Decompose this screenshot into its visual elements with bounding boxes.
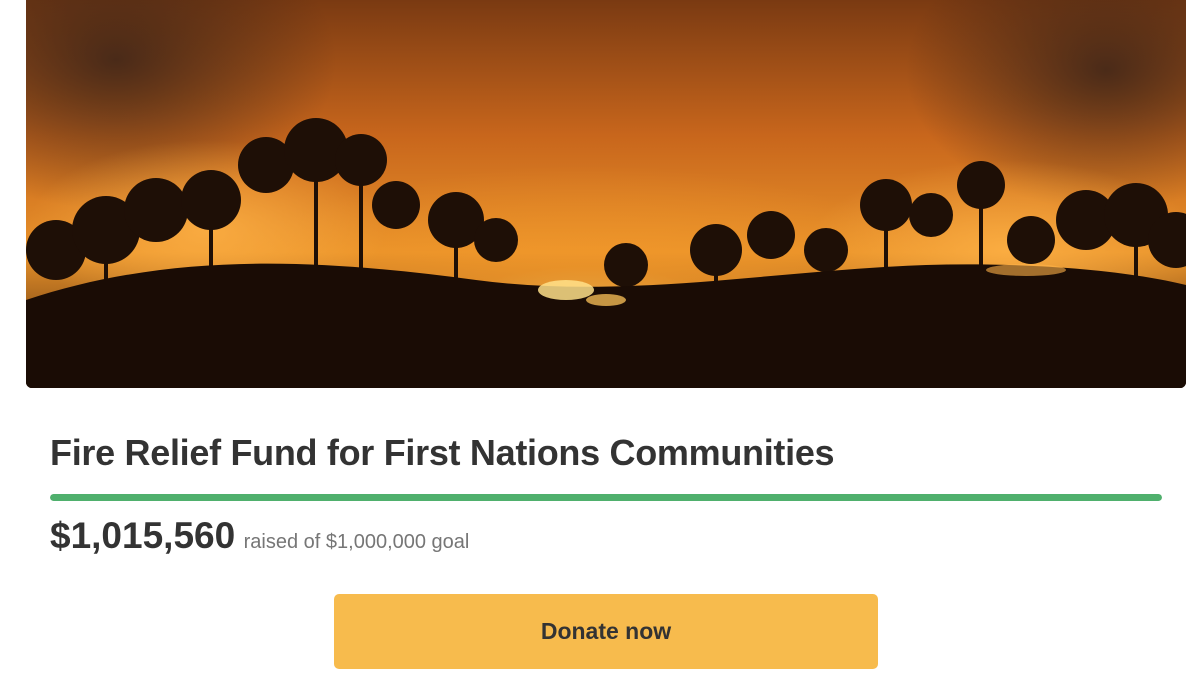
progress-bar xyxy=(50,494,1162,501)
amount-raised: $1,015,560 xyxy=(50,515,236,556)
campaign-title: Fire Relief Fund for First Nations Commu… xyxy=(50,432,835,473)
bushfire-photo xyxy=(26,0,1186,388)
donate-button[interactable]: Donate now xyxy=(334,594,878,669)
funding-summary: $1,015,560 raised of $1,000,000 goal xyxy=(50,512,469,568)
hero-image xyxy=(26,0,1186,388)
progress-bar-fill xyxy=(50,494,1162,501)
goal-text: raised of $1,000,000 goal xyxy=(243,531,470,553)
